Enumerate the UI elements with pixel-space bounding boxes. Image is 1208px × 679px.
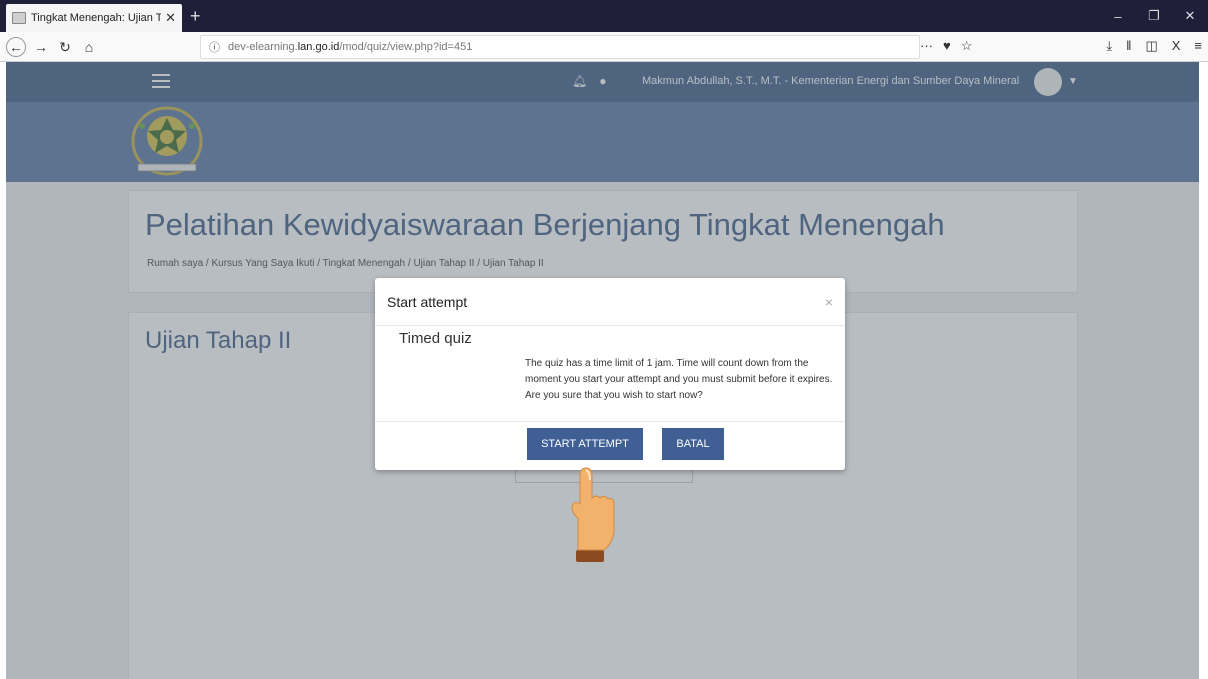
dialog-title: Start attempt bbox=[387, 294, 468, 310]
tab-title: Tingkat Menengah: Ujian Tahap bbox=[31, 12, 162, 24]
close-icon[interactable]: × bbox=[825, 294, 833, 310]
minimize-icon[interactable]: – bbox=[1100, 9, 1136, 24]
browser-tabbar: Tingkat Menengah: Ujian Tahap ✕ + – ❐ ✕ bbox=[0, 0, 1208, 32]
dialog-message: The quiz has a time limit of 1 jam. Time… bbox=[525, 358, 833, 401]
web-page: 🔔︎ ● Makmun Abdullah, S.T., M.T. - Kemen… bbox=[6, 62, 1199, 679]
url-path: /mod/quiz/view.php?id=451 bbox=[339, 41, 473, 53]
sidebar-icon[interactable]: ◫ bbox=[1145, 38, 1157, 54]
menu-icon[interactable]: ≡ bbox=[1194, 38, 1202, 54]
dialog-header: Start attempt × bbox=[375, 278, 845, 326]
bookmark-star-icon[interactable]: ☆ bbox=[961, 38, 973, 54]
url-domain: lan.go.id bbox=[297, 41, 340, 53]
home-icon[interactable]: ⌂ bbox=[78, 36, 100, 58]
close-window-icon[interactable]: ✕ bbox=[1172, 8, 1208, 24]
tab-close-icon[interactable]: ✕ bbox=[165, 10, 176, 26]
page-actions-icon[interactable]: ··· bbox=[920, 38, 933, 54]
browser-navbar: ← → ↻ ⌂ ⓘ dev-elearning. lan.go.id/mod/qu… bbox=[0, 32, 1208, 62]
start-attempt-dialog: Start attempt × Timed quiz The quiz has … bbox=[375, 278, 845, 470]
dialog-footer: START ATTEMPT BATAL bbox=[375, 422, 845, 470]
start-attempt-button[interactable]: START ATTEMPT bbox=[527, 428, 643, 460]
pocket-icon[interactable]: ♥ bbox=[943, 38, 951, 54]
window-controls: – ❐ ✕ bbox=[1100, 0, 1208, 32]
dialog-body: Timed quiz The quiz has a time limit of … bbox=[375, 326, 845, 422]
address-bar[interactable]: ⓘ dev-elearning. lan.go.id/mod/quiz/view.… bbox=[200, 35, 920, 59]
extension-icon[interactable]: Χ bbox=[1172, 38, 1181, 54]
url-prefix: dev-elearning. bbox=[228, 41, 298, 53]
new-tab-button[interactable]: + bbox=[190, 4, 201, 28]
back-icon[interactable]: ← bbox=[6, 37, 26, 57]
downloads-icon[interactable]: ⤓ bbox=[1106, 38, 1112, 54]
reload-icon[interactable]: ↻ bbox=[54, 36, 76, 58]
toolbar-icons: ⤓ ‖ ◫ Χ ≡ bbox=[1106, 38, 1202, 54]
info-icon[interactable]: ⓘ bbox=[209, 39, 220, 55]
pointing-hand-icon bbox=[571, 467, 615, 562]
cancel-button[interactable]: BATAL bbox=[662, 428, 724, 460]
restore-icon[interactable]: ❐ bbox=[1136, 8, 1172, 24]
favicon-icon bbox=[12, 12, 26, 24]
browser-tab[interactable]: Tingkat Menengah: Ujian Tahap ✕ bbox=[6, 4, 182, 32]
library-icon[interactable]: ‖ bbox=[1126, 38, 1131, 54]
url-actions: ··· ♥ ☆ bbox=[920, 38, 972, 54]
forward-icon[interactable]: → bbox=[30, 36, 52, 58]
timed-quiz-heading: Timed quiz bbox=[399, 330, 472, 347]
